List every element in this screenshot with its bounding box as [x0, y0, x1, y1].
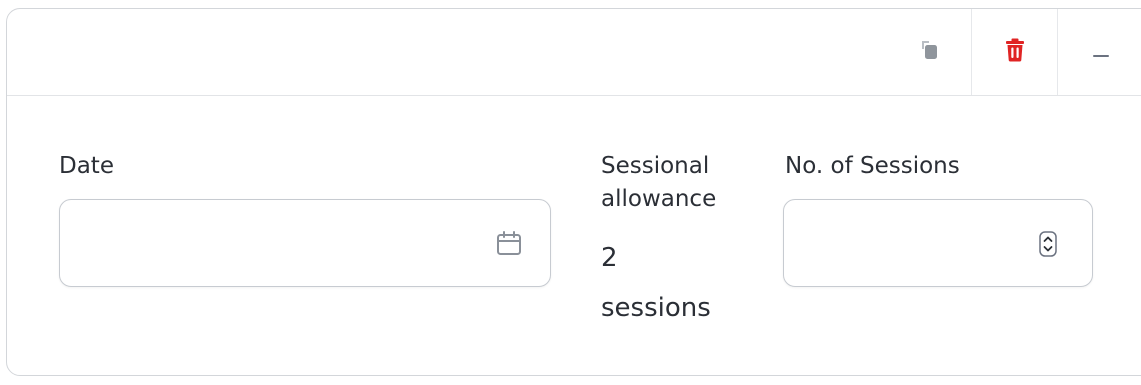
- sessions-input[interactable]: [802, 200, 1026, 288]
- sessional-allowance-label-line1: Sessional: [601, 153, 710, 179]
- calendar-icon[interactable]: [492, 228, 526, 260]
- sessional-allowance-label-line2: allowance: [601, 186, 717, 212]
- date-input[interactable]: [78, 200, 462, 288]
- copy-icon: [919, 39, 939, 65]
- stepper-icon[interactable]: [1038, 228, 1058, 260]
- date-label: Date: [59, 153, 114, 179]
- delete-button[interactable]: [971, 9, 1058, 95]
- sessional-allowance-value-unit: sessions: [601, 293, 711, 323]
- trash-icon: [1005, 38, 1025, 66]
- card-toolbar: [7, 9, 1141, 96]
- sessional-allowance-value-number: 2: [601, 243, 618, 273]
- minus-icon: [1093, 43, 1109, 62]
- session-entry-card: Date Sessional allowance 2 sessions No. …: [6, 8, 1141, 376]
- sessions-label: No. of Sessions: [785, 153, 960, 179]
- duplicate-button[interactable]: [887, 9, 971, 95]
- date-field[interactable]: [59, 199, 551, 288]
- collapse-button[interactable]: [1057, 9, 1141, 95]
- sessions-field[interactable]: [783, 199, 1093, 288]
